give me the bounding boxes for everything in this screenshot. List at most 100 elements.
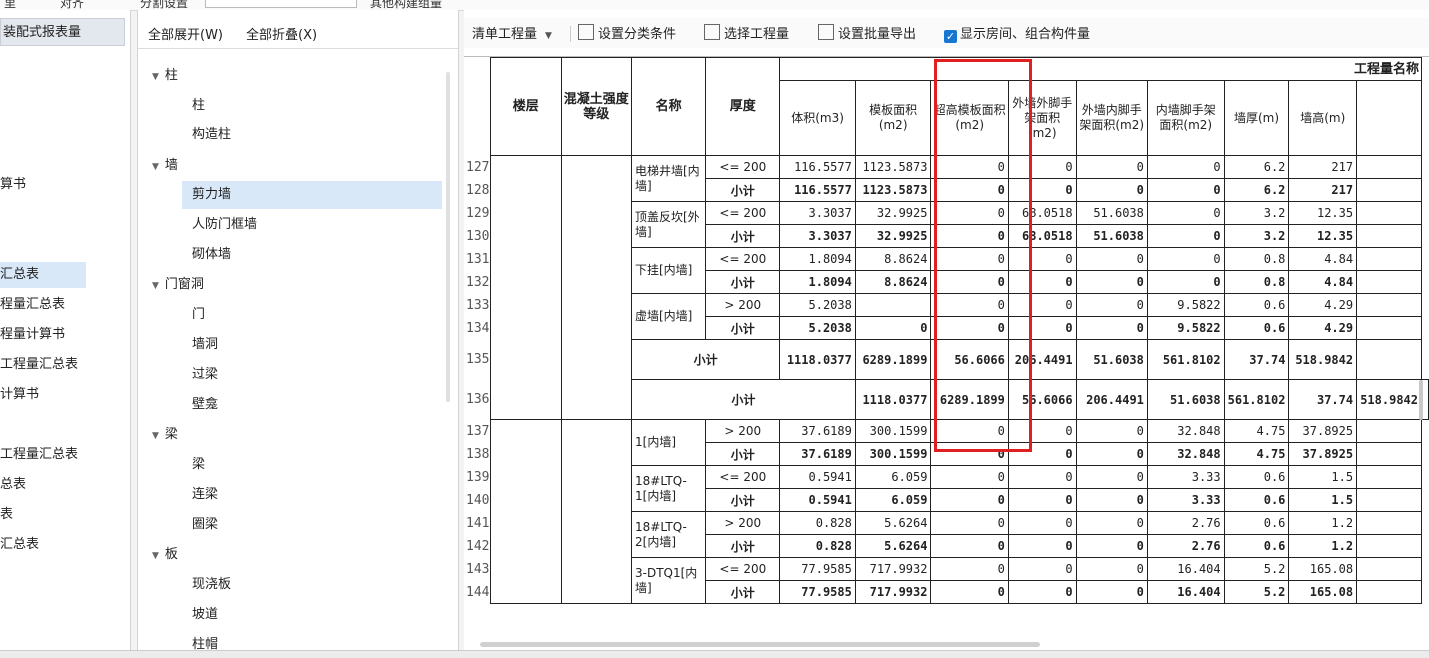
table-row[interactable]: 18#LTQ-1[内墙] <= 200 0.5941 6.059 0 0 0 3.33 0.6 1… [491,465,1429,512]
subtotal-value: 56.6066 [1007,379,1077,420]
value-cell: 717.9932 [854,557,932,581]
chevron-down-icon[interactable]: ▼ [152,72,159,82]
value-cell: 0 [1075,155,1148,179]
value-cell: 8.8624 [854,270,932,294]
tree-leaf-selected[interactable]: 剪力墙 [182,181,442,209]
value-cell: 37.6189 [779,442,856,466]
table-row[interactable]: 虚墙[内墙] > 200 5.2038 0 0 0 9.5822 0.6 4.29 [491,293,1429,340]
report-nav-item[interactable]: 程量汇总表 [0,292,65,318]
value-cell: 0 [1146,224,1225,248]
row-number: 134 [466,320,490,336]
expand-all-button[interactable]: 全部展开(W) [148,24,223,43]
report-nav-item[interactable]: 汇总表 [0,532,39,558]
tree-leaf[interactable]: 构造柱 [192,121,231,149]
floor-cell [490,155,562,420]
tree-scrollbar[interactable] [446,72,450,402]
report-nav-item[interactable]: 程量计算书 [0,322,65,348]
horizontal-scrollbar[interactable] [480,642,1040,647]
subtotal-value: 206.4491 [1075,379,1148,420]
value-cell: 0.6 [1223,488,1290,512]
value-cell: 0 [930,270,1009,294]
tree-leaf[interactable]: 门 [192,301,205,329]
value-cell: 12.35 [1288,224,1358,248]
tree-leaf[interactable]: 连梁 [192,481,218,509]
thickness-cell: <= 200 [705,155,781,179]
row-number: 129 [466,205,490,221]
row-number: 140 [466,492,490,508]
report-nav-item[interactable]: 总表 [0,472,26,498]
subtotal-value: 51.6038 [1075,339,1148,380]
overflow-cell [1356,178,1422,202]
overflow-cell [1356,488,1422,512]
table-row[interactable]: 1[内墙] > 200 37.6189 300.1599 0 0 0 32.848 4.75 37… [490,419,1429,604]
value-cell: 0 [1007,488,1077,512]
tree-leaf[interactable]: 梁 [192,451,205,479]
value-cell: 0 [930,580,1009,604]
report-nav-header[interactable]: 装配式报表量 [0,18,125,46]
tree-leaf[interactable]: 坡道 [192,601,218,629]
tree-leaf[interactable]: 墙洞 [192,331,218,359]
value-cell: 0 [1075,580,1148,604]
tree-leaf[interactable]: 砌体墙 [192,241,231,269]
collapse-all-button[interactable]: 全部折叠(X) [246,24,317,43]
table-row[interactable]: 3-DTQ1[内墙] <= 200 77.9585 717.9932 0 0 0 16.404… [491,557,1429,604]
tree-category[interactable]: ▼ 门窗洞 [152,271,204,299]
subtotal-value: 6289.1899 [854,339,932,380]
value-cell: 1.8094 [779,247,856,271]
value-cell: 0 [1007,155,1077,179]
tree-leaf[interactable]: 柱 [192,92,205,120]
row-number: 141 [466,515,490,531]
report-nav-item[interactable]: 工程量汇总表 [0,352,78,378]
value-cell: 0 [1075,534,1148,558]
subtotal-value: 518.9842 [1356,379,1422,420]
chevron-down-icon[interactable]: ▼ [152,162,159,172]
report-toolbar: 清单工程量 ▼ 设置分类条件 选择工程量 设置批量导出 ✓ 显示房间、组合构件量 [464,18,1429,48]
value-cell: 0 [1007,442,1077,466]
overflow-cell [1356,557,1422,581]
subtotal-value: 6289.1899 [930,379,1009,420]
table-row[interactable]: 下挂[内墙] <= 200 1.8094 8.8624 0 0 0 0 0.8 4.84 [491,247,1429,294]
select-quantity-button[interactable]: 选择工程量 [704,23,789,42]
chevron-down-icon[interactable]: ▼ [152,551,159,561]
thickness-cell: > 200 [705,293,781,317]
thickness-cell: 小计 [705,270,781,294]
chevron-down-icon[interactable]: ▼ [152,431,159,441]
top-input[interactable] [205,0,357,8]
set-category-button[interactable]: 设置分类条件 [578,23,676,42]
tree-leaf[interactable]: 现浇板 [192,571,231,599]
subtotal-value: 561.8102 [1223,379,1290,420]
table-row[interactable]: 电梯井墙[内墙] <= 200 116.5577 1123.5873 0 0 0 0 6.2 21… [490,155,1429,420]
checkbox-checked-icon[interactable]: ✓ [944,30,957,43]
tree-body: ▼ 柱 柱 构造柱 ▼ 墙 剪力墙 人防门框墙 砌体墙 ▼ 门窗洞 门 墙洞 过梁 壁… [138,60,458,657]
tree-leaf[interactable]: 过梁 [192,361,218,389]
quantity-type-dropdown[interactable]: 清单工程量 ▼ [472,23,552,42]
report-nav-item[interactable]: 工程量汇总表 [0,442,78,468]
table-row[interactable]: 18#LTQ-2[内墙] > 200 0.828 5.6264 0 0 0 2.76 0.6 1.… [491,511,1429,558]
value-cell: 0 [1007,316,1077,340]
show-rooms-checkbox[interactable]: ✓ 显示房间、组合构件量 [944,23,1090,43]
subtotal-row[interactable]: 小计 1118.0377 6289.1899 56.6066 206.4491 51.60… [491,339,1429,380]
tree-category[interactable]: ▼ 柱 [152,62,178,90]
report-nav-item[interactable]: 算书 [0,172,26,198]
tree-category[interactable]: ▼ 墙 [152,152,178,180]
tree-category[interactable]: ▼ 板 [152,541,178,569]
value-cell: 717.9932 [854,580,932,604]
tree-category[interactable]: ▼ 梁 [152,421,178,449]
batch-export-button[interactable]: 设置批量导出 [818,23,916,42]
select-quantity-label: 选择工程量 [724,27,790,42]
subtotal-row[interactable]: 小计 1118.0377 6289.1899 56.6066 206.4491 51.60… [491,379,1429,420]
tree-leaf[interactable]: 圈梁 [192,511,218,539]
vertical-scrollbar[interactable] [1419,380,1423,420]
chevron-down-icon[interactable]: ▼ [152,281,159,291]
report-nav-item-selected[interactable]: 汇总表 [0,262,86,288]
report-nav-item[interactable]: 表 [0,502,13,528]
tree-leaf[interactable]: 人防门框墙 [192,211,257,239]
tree-leaf[interactable]: 壁龛 [192,391,218,419]
table-row[interactable]: 顶盖反坎[外墙] <= 200 3.3037 32.9925 0 68.0518 51.60… [491,201,1429,248]
report-nav-item[interactable]: 计算书 [0,382,39,408]
col-header-int-scaffold: 内墙脚手架面积(m2) [1146,80,1225,156]
subtotal-value: 51.6038 [1146,379,1225,420]
value-cell: 4.29 [1288,293,1358,317]
value-cell: 116.5577 [779,155,856,179]
value-cell: 32.848 [1146,419,1225,443]
